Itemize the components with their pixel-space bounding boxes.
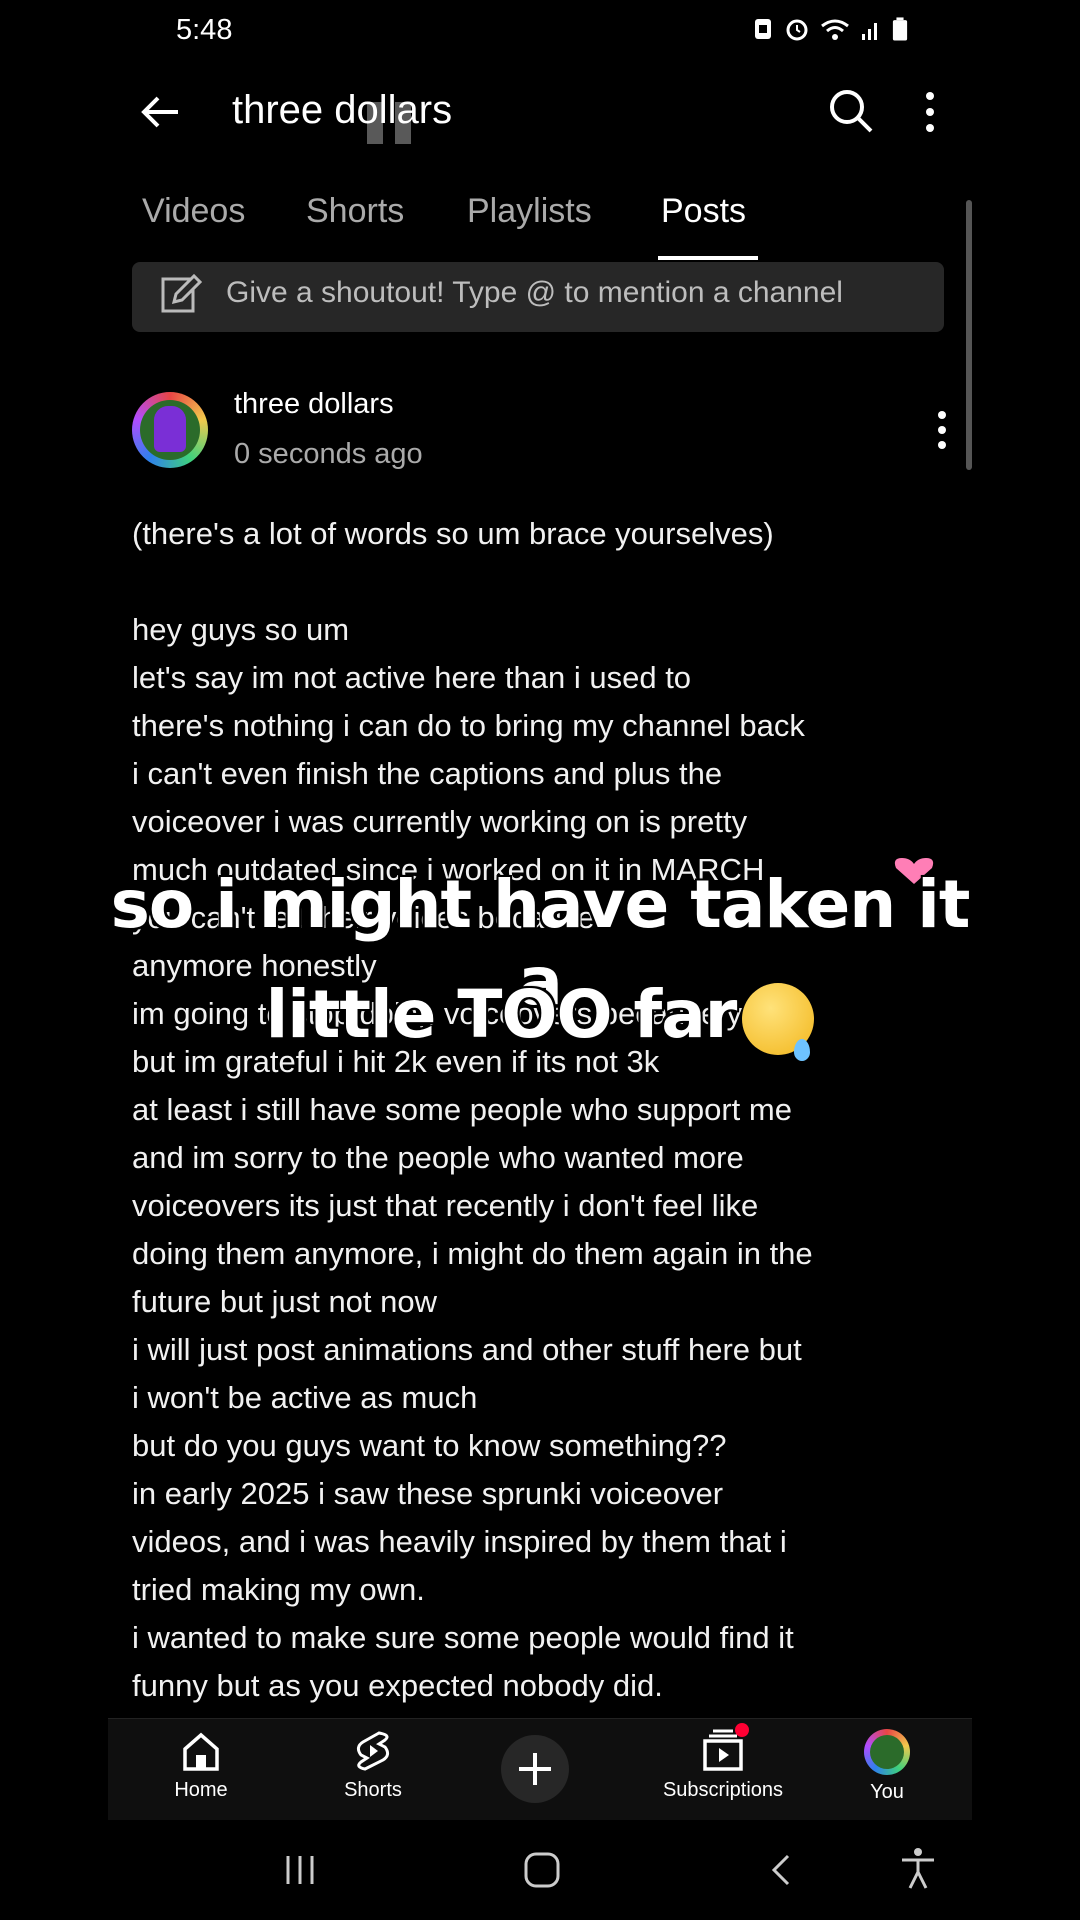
caption-overlay-line2: little TOO far <box>108 976 972 1061</box>
post-line: but do you guys want to know something?? <box>132 1428 727 1463</box>
more-options-icon[interactable] <box>924 90 936 134</box>
post-header: three dollars 0 seconds ago <box>132 388 948 488</box>
post-line: let's say im not active here than i used… <box>132 660 692 695</box>
back-button-icon[interactable] <box>766 1852 796 1888</box>
create-button[interactable] <box>501 1735 569 1803</box>
nav-you[interactable]: You <box>822 1729 952 1804</box>
channel-header: three dollars <box>108 70 972 154</box>
nav-shorts-label: Shorts <box>344 1779 402 1801</box>
caption-overlay-text: little TOO far <box>265 976 738 1053</box>
pause-icon <box>367 102 411 144</box>
post-line: in early 2025 i saw these sprunki voiceo… <box>132 1476 724 1511</box>
post-more-options-icon[interactable] <box>936 410 948 450</box>
recent-apps-icon[interactable] <box>282 1852 318 1888</box>
system-navigation-bar <box>108 1820 972 1920</box>
nav-subscriptions[interactable]: Subscriptions <box>648 1723 798 1802</box>
smiling-tear-emoji-icon <box>742 982 815 1061</box>
accessibility-icon[interactable] <box>898 1846 938 1890</box>
nav-home[interactable]: Home <box>136 1729 266 1802</box>
post-line: future but just not now <box>132 1284 438 1319</box>
post-line: tried making my own. <box>132 1572 425 1607</box>
alarm-icon <box>786 19 808 41</box>
bottom-navigation: Home Shorts Subscriptions You <box>108 1718 972 1821</box>
home-button-icon[interactable] <box>522 1850 562 1890</box>
tab-posts[interactable]: Posts <box>661 192 746 231</box>
post-line: and im sorry to the people who wanted mo… <box>132 1140 744 1175</box>
tab-playlists[interactable]: Playlists <box>467 192 592 231</box>
post-line: i will just post animations and other st… <box>132 1332 802 1367</box>
post-body: (there's a lot of words so um brace your… <box>132 510 952 1710</box>
battery-saver-icon <box>755 19 771 39</box>
nav-shorts[interactable]: Shorts <box>308 1729 438 1802</box>
tab-videos[interactable]: Videos <box>142 192 245 231</box>
post-line: i wanted to make sure some people would … <box>132 1620 794 1655</box>
post-timestamp: 0 seconds ago <box>234 438 423 470</box>
shoutout-input[interactable]: Give a shoutout! Type @ to mention a cha… <box>132 262 944 332</box>
post-line-blank <box>132 558 952 606</box>
post-line: voiceover i was currently working on is … <box>132 804 748 839</box>
nav-home-label: Home <box>174 1779 228 1801</box>
channel-avatar[interactable] <box>132 392 208 468</box>
battery-icon <box>892 17 908 41</box>
back-arrow-icon[interactable] <box>138 90 182 134</box>
post-line: funny but as you expected nobody did. <box>132 1668 663 1703</box>
signal-icon <box>862 23 877 40</box>
wifi-icon <box>821 19 849 40</box>
post-channel-name[interactable]: three dollars <box>234 388 394 421</box>
nav-you-label: You <box>870 1781 904 1803</box>
search-icon[interactable] <box>828 88 874 134</box>
channel-tabs: Videos Shorts Playlists Posts <box>108 180 972 264</box>
post-line: at least i still have some people who su… <box>132 1092 792 1127</box>
page-title: three dollars <box>232 88 453 132</box>
post-line: doing them anymore, i might do them agai… <box>132 1236 813 1271</box>
notification-dot <box>735 1723 749 1737</box>
edit-icon <box>161 274 202 313</box>
home-icon <box>183 1732 219 1771</box>
status-icons <box>752 16 908 42</box>
scrollbar[interactable] <box>966 200 972 470</box>
post-line: videos, and i was heavily inspired by th… <box>132 1524 787 1559</box>
you-avatar <box>864 1729 910 1775</box>
nav-subscriptions-label: Subscriptions <box>662 1779 784 1801</box>
tab-shorts[interactable]: Shorts <box>306 192 404 231</box>
app-frame: 5:48 three dollars Videos Shorts Playlis… <box>108 0 972 1920</box>
post-line: (there's a lot of words so um brace your… <box>132 516 774 551</box>
shoutout-placeholder: Give a shoutout! Type @ to mention a cha… <box>226 276 843 309</box>
shorts-icon <box>356 1731 390 1771</box>
active-tab-indicator <box>658 256 758 260</box>
post-line: hey guys so um <box>132 612 350 647</box>
post-line: voiceovers its just that recently i don'… <box>132 1188 759 1223</box>
post-line: there's nothing i can do to bring my cha… <box>132 708 805 743</box>
status-bar: 5:48 <box>108 0 972 64</box>
post-line: i won't be active as much <box>132 1380 478 1415</box>
status-time: 5:48 <box>176 14 233 46</box>
post-line: i can't even finish the captions and plu… <box>132 756 723 791</box>
plus-icon <box>519 1753 551 1785</box>
